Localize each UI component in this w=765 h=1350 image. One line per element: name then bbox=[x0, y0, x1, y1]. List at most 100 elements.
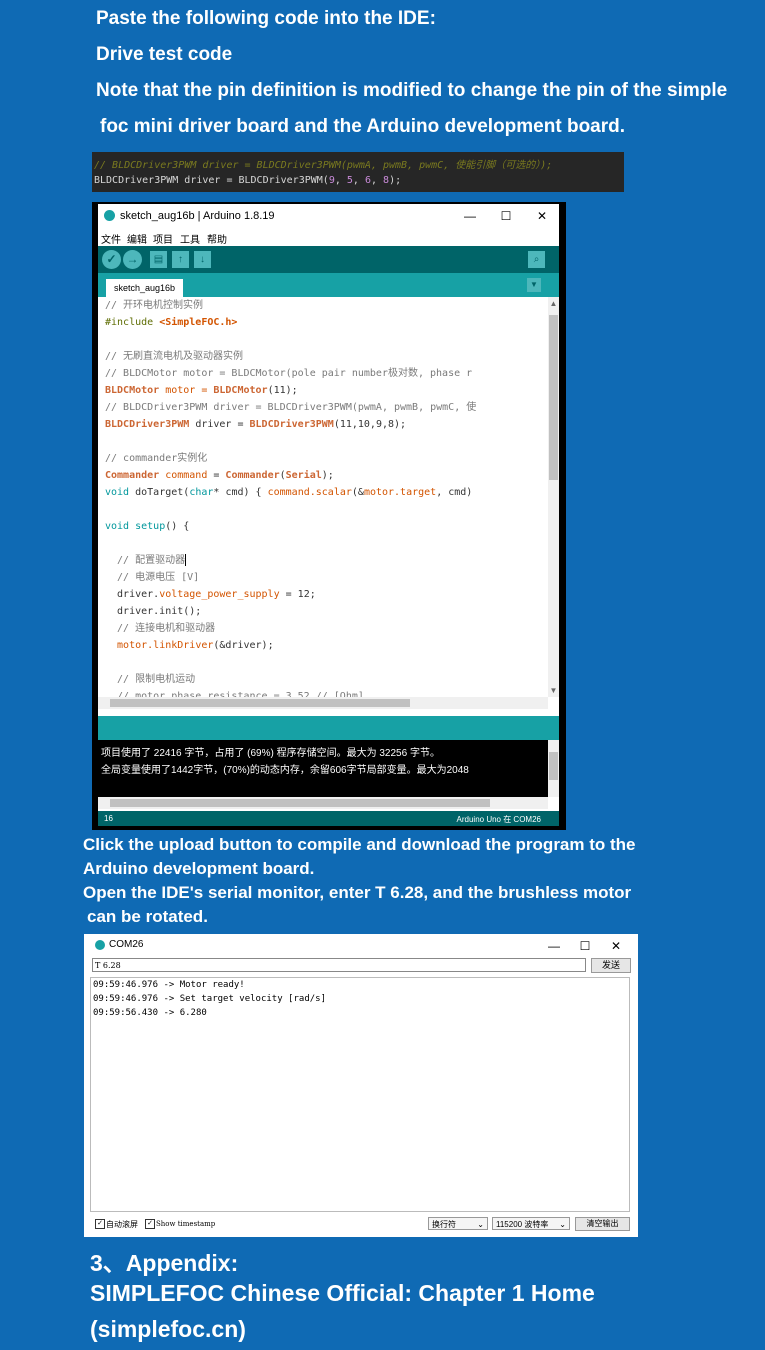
code-snippet: // BLDCDriver3PWM driver = BLDCDriver3PW… bbox=[92, 152, 624, 192]
middle-line-4: can be rotated. bbox=[87, 907, 208, 926]
text-cursor bbox=[185, 554, 187, 566]
middle-line-3: Open the IDE's serial monitor, enter T 6… bbox=[83, 883, 632, 902]
minimize-icon[interactable]: — bbox=[543, 937, 565, 955]
autoscroll-checkbox[interactable]: ✓ bbox=[95, 1219, 105, 1229]
code-token: (& bbox=[351, 487, 364, 498]
maximize-icon[interactable]: ☐ bbox=[495, 207, 517, 225]
code-line: BLDCMotor motor = BLDCMotor(11); bbox=[105, 382, 298, 399]
line-ending-select[interactable]: 换行符 ⌄ bbox=[428, 1217, 488, 1230]
verify-button[interactable]: ✓ bbox=[102, 250, 121, 269]
maximize-icon[interactable]: ☐ bbox=[574, 937, 596, 955]
intro-line-2: Drive test code bbox=[96, 44, 233, 65]
snippet-code-prefix: BLDCDriver3PWM driver = BLDCDriver3PWM( bbox=[94, 175, 329, 186]
console-horizontal-scrollbar[interactable] bbox=[98, 797, 548, 809]
new-sketch-button[interactable]: ▤ bbox=[150, 251, 167, 268]
code-line: // 限制电机运动 bbox=[105, 674, 196, 685]
ide-console: 项目使用了 22416 字节，占用了 (69%) 程序存储空间。最大为 3225… bbox=[98, 740, 548, 797]
snippet-comment: // BLDCDriver3PWM driver = BLDCDriver3PW… bbox=[94, 160, 553, 171]
open-sketch-button[interactable]: ↑ bbox=[172, 251, 189, 268]
scrollbar-thumb[interactable] bbox=[110, 799, 490, 807]
ide-message-bar bbox=[98, 716, 559, 740]
code-token: BLDCMotor bbox=[213, 385, 268, 396]
baud-rate-select[interactable]: 115200 波特率 ⌄ bbox=[492, 1217, 570, 1230]
baud-rate-value: 115200 波特率 bbox=[496, 1220, 549, 1229]
intro-line-1: Paste the following code into the IDE: bbox=[96, 8, 436, 29]
code-line: #include <SimpleFOC.h> bbox=[105, 314, 237, 331]
middle-line-1: Click the upload button to compile and d… bbox=[83, 835, 636, 854]
code-token: Serial bbox=[285, 470, 322, 481]
code-token: doTarget( bbox=[129, 487, 190, 498]
code-token: void bbox=[105, 487, 130, 498]
close-icon[interactable]: ✕ bbox=[531, 207, 553, 225]
menu-help[interactable]: 帮助 bbox=[207, 231, 227, 246]
chevron-down-icon: ⌄ bbox=[559, 1220, 566, 1229]
autoscroll-label: 自动滚屏 bbox=[106, 1220, 138, 1229]
code-token: () { bbox=[165, 521, 190, 532]
appendix-link-line-1[interactable]: SIMPLEFOC Chinese Official: Chapter 1 Ho… bbox=[90, 1280, 595, 1307]
send-button[interactable]: 发送 bbox=[591, 958, 631, 973]
serial-monitor-window: COM26 — ☐ ✕ T 6.28 发送 09:59:46.976 -> Mo… bbox=[84, 934, 638, 1237]
code-line: BLDCDriver3PWM driver = BLDCDriver3PWM(1… bbox=[105, 416, 406, 433]
editor-vertical-scrollbar[interactable]: ▲ ▼ bbox=[548, 297, 559, 697]
code-editor[interactable]: // 开环电机控制实例 #include <SimpleFOC.h> // 无刷… bbox=[98, 297, 548, 697]
code-token: , cmd) bbox=[436, 487, 473, 498]
serial-monitor-button[interactable]: ⌕ bbox=[528, 251, 545, 268]
code-token: = bbox=[207, 470, 226, 481]
tab-menu-icon[interactable]: ▼ bbox=[527, 278, 541, 292]
code-line: // BLDCDriver3PWM driver = BLDCDriver3PW… bbox=[105, 402, 477, 413]
scroll-up-icon[interactable]: ▲ bbox=[548, 299, 559, 308]
arduino-icon bbox=[104, 210, 115, 221]
serial-input[interactable]: T 6.28 bbox=[92, 958, 586, 972]
code-token: BLDCDriver3PWM bbox=[249, 419, 334, 430]
ide-tabbar: sketch_aug16b ▼ bbox=[98, 273, 559, 297]
snippet-arg: 9 bbox=[328, 175, 335, 186]
board-port-status: Arduino Uno 在 COM26 bbox=[456, 815, 541, 824]
code-token: // 配置驱动器 bbox=[105, 555, 186, 566]
close-icon[interactable]: ✕ bbox=[605, 937, 627, 955]
appendix-link-line-2[interactable]: (simplefoc.cn) bbox=[90, 1316, 246, 1343]
menu-file[interactable]: 文件 bbox=[101, 231, 121, 246]
line-ending-value: 换行符 bbox=[432, 1220, 456, 1229]
menu-tools[interactable]: 工具 bbox=[180, 231, 200, 246]
code-token: BLDCMotor bbox=[105, 385, 160, 396]
tab-sketch[interactable]: sketch_aug16b bbox=[106, 279, 184, 297]
save-sketch-button[interactable]: ↓ bbox=[194, 251, 211, 268]
code-token: void bbox=[105, 521, 130, 532]
code-line: // 配置驱动器 bbox=[105, 552, 187, 569]
menu-edit[interactable]: 编辑 bbox=[127, 231, 147, 246]
code-token: motor. bbox=[105, 640, 154, 651]
scrollbar-thumb[interactable] bbox=[549, 315, 558, 480]
menu-sketch[interactable]: 项目 bbox=[153, 231, 173, 246]
code-token: (11); bbox=[267, 385, 298, 396]
arduino-icon bbox=[95, 940, 105, 950]
minimize-icon[interactable]: — bbox=[459, 207, 481, 225]
arduino-ide-window: sketch_aug16b | Arduino 1.8.19 — ☐ ✕ 文件 … bbox=[92, 202, 566, 830]
intro-line-3: Note that the pin definition is modified… bbox=[96, 80, 728, 101]
code-token: driver = bbox=[189, 419, 250, 430]
timestamp-checkbox[interactable]: ✓ bbox=[145, 1219, 155, 1229]
code-token: driver. bbox=[105, 589, 160, 600]
snippet-arg: 6 bbox=[364, 175, 371, 186]
scrollbar-thumb[interactable] bbox=[549, 752, 558, 780]
scroll-down-icon[interactable]: ▼ bbox=[548, 686, 559, 695]
code-token: char bbox=[189, 487, 214, 498]
upload-button[interactable]: → bbox=[123, 250, 142, 269]
code-line: driver.init(); bbox=[105, 606, 202, 617]
console-line: 全局变量使用了1442字节，(70%)的动态内存，余留606字节局部变量。最大为… bbox=[101, 765, 469, 776]
serial-window-title: COM26 bbox=[109, 939, 144, 950]
ide-titlebar[interactable]: sketch_aug16b | Arduino 1.8.19 — ☐ ✕ bbox=[98, 204, 559, 228]
clear-output-button[interactable]: 清空输出 bbox=[575, 1217, 630, 1231]
code-token: Commander bbox=[225, 470, 280, 481]
console-vertical-scrollbar[interactable] bbox=[548, 740, 559, 797]
serial-titlebar[interactable]: COM26 — ☐ ✕ bbox=[84, 934, 638, 956]
code-token: linkDriver bbox=[153, 640, 214, 651]
scrollbar-thumb[interactable] bbox=[110, 699, 410, 707]
serial-output-line: 09:59:46.976 -> Motor ready! bbox=[93, 980, 245, 990]
code-token: * cmd) { bbox=[213, 487, 268, 498]
code-line: // 开环电机控制实例 bbox=[105, 300, 204, 311]
editor-horizontal-scrollbar[interactable] bbox=[98, 697, 548, 709]
code-line: // 无刷直流电机及驱动器实例 bbox=[105, 351, 244, 362]
code-token: command.scalar bbox=[267, 487, 352, 498]
code-token: Commander bbox=[105, 470, 160, 481]
code-line: // commander实例化 bbox=[105, 453, 208, 464]
